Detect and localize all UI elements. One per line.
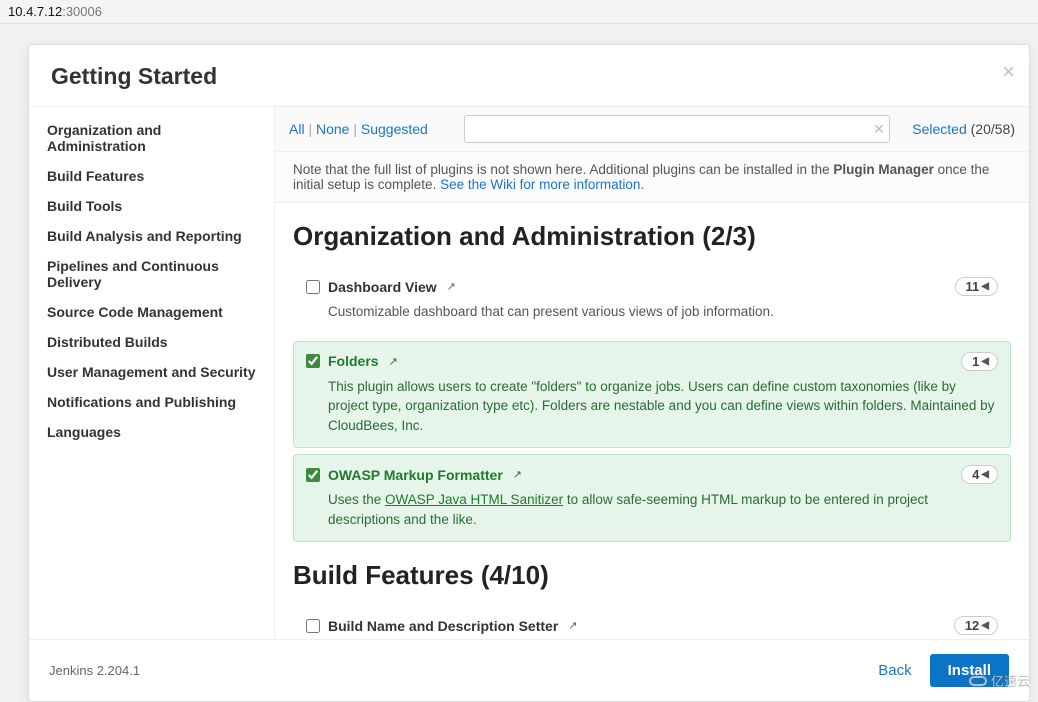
- plugin-list[interactable]: Organization and Administration (2/3) Da…: [275, 203, 1029, 639]
- plugin-manager-label: Plugin Manager: [833, 162, 934, 177]
- sidebar-item-notifications[interactable]: Notifications and Publishing: [29, 387, 274, 417]
- filter-bar: All | None | Suggested × Selected (20/58…: [275, 107, 1029, 152]
- search-clear-button[interactable]: ×: [874, 120, 885, 138]
- dependency-count[interactable]: 11 ◀: [955, 277, 998, 296]
- plugin-checkbox[interactable]: [306, 354, 320, 368]
- sidebar-item-languages[interactable]: Languages: [29, 417, 274, 447]
- back-button[interactable]: Back: [878, 662, 911, 679]
- filter-none-link[interactable]: None: [316, 121, 349, 137]
- sidebar-item-scm[interactable]: Source Code Management: [29, 297, 274, 327]
- external-link-icon: ↗: [568, 619, 577, 632]
- plugin-build-name-setter[interactable]: Build Name and Description Setter ↗ 12 ◀…: [293, 605, 1011, 639]
- owasp-sanitizer-link[interactable]: OWASP Java HTML Sanitizer: [385, 492, 563, 507]
- dependency-count[interactable]: 4 ◀: [961, 465, 998, 484]
- sidebar-item-build-tools[interactable]: Build Tools: [29, 191, 274, 221]
- search-wrap: ×: [464, 115, 890, 143]
- close-button[interactable]: ×: [1002, 61, 1015, 83]
- sidebar-item-pipelines[interactable]: Pipelines and Continuous Delivery: [29, 251, 274, 297]
- setup-wizard-modal: Getting Started × Organization and Admin…: [28, 44, 1030, 702]
- plugin-name: OWASP Markup Formatter: [328, 467, 503, 483]
- modal-body: Organization and Administration Build Fe…: [29, 106, 1029, 639]
- page-title: Getting Started: [51, 63, 1007, 90]
- plugin-name: Dashboard View: [328, 279, 437, 295]
- wiki-info-link[interactable]: See the Wiki for more information: [440, 177, 640, 192]
- plugin-checkbox[interactable]: [306, 280, 320, 294]
- plugin-description: This plugin allows users to create "fold…: [328, 377, 998, 436]
- selected-count: Selected (20/58): [912, 121, 1015, 137]
- external-link-icon: ↗: [513, 468, 522, 481]
- info-notice: Note that the full list of plugins is no…: [275, 152, 1029, 203]
- external-link-icon: ↗: [389, 355, 398, 368]
- modal-header: Getting Started ×: [29, 45, 1029, 106]
- sidebar: Organization and Administration Build Fe…: [29, 107, 275, 639]
- jenkins-version: Jenkins 2.204.1: [49, 663, 140, 678]
- plugin-description: Uses the OWASP Java HTML Sanitizer to al…: [328, 490, 998, 529]
- section-title-build-features: Build Features (4/10): [293, 560, 1011, 591]
- sidebar-item-build-features[interactable]: Build Features: [29, 161, 274, 191]
- chevron-left-icon: ◀: [981, 356, 989, 367]
- section-title-organization: Organization and Administration (2/3): [293, 221, 1011, 252]
- plugin-checkbox[interactable]: [306, 619, 320, 633]
- plugin-dashboard-view[interactable]: Dashboard View ↗ 11 ◀ Customizable dashb…: [293, 266, 1011, 335]
- main-area: All | None | Suggested × Selected (20/58…: [275, 107, 1029, 639]
- dependency-count[interactable]: 1 ◀: [961, 352, 998, 371]
- chevron-left-icon: ◀: [981, 620, 989, 631]
- modal-footer: Jenkins 2.204.1 Back Install: [29, 639, 1029, 701]
- footer-actions: Back Install: [878, 654, 1009, 687]
- selected-link[interactable]: Selected: [912, 121, 966, 137]
- filter-all-link[interactable]: All: [289, 121, 305, 137]
- sidebar-item-organization[interactable]: Organization and Administration: [29, 115, 274, 161]
- plugin-name: Folders: [328, 353, 379, 369]
- plugin-owasp-markup[interactable]: OWASP Markup Formatter ↗ 4 ◀ Uses the OW…: [293, 454, 1011, 542]
- sidebar-item-user-mgmt[interactable]: User Management and Security: [29, 357, 274, 387]
- filter-links: All | None | Suggested: [289, 121, 428, 137]
- sidebar-item-build-analysis[interactable]: Build Analysis and Reporting: [29, 221, 274, 251]
- chevron-left-icon: ◀: [981, 281, 989, 292]
- address-bar: 10.4.7.12:30006: [0, 0, 1038, 24]
- filter-suggested-link[interactable]: Suggested: [361, 121, 428, 137]
- plugin-checkbox[interactable]: [306, 468, 320, 482]
- address-port: :30006: [62, 4, 102, 19]
- selected-count-value: (20/58): [971, 121, 1015, 137]
- plugin-description: Customizable dashboard that can present …: [328, 302, 998, 322]
- plugin-folders[interactable]: Folders ↗ 1 ◀ This plugin allows users t…: [293, 341, 1011, 449]
- plugin-name: Build Name and Description Setter: [328, 618, 558, 634]
- sidebar-item-distributed[interactable]: Distributed Builds: [29, 327, 274, 357]
- address-host: 10.4.7.12: [8, 4, 62, 19]
- search-input[interactable]: [464, 115, 890, 143]
- external-link-icon: ↗: [447, 280, 456, 293]
- install-button[interactable]: Install: [930, 654, 1009, 687]
- dependency-count[interactable]: 12 ◀: [954, 616, 998, 635]
- chevron-left-icon: ◀: [981, 469, 989, 480]
